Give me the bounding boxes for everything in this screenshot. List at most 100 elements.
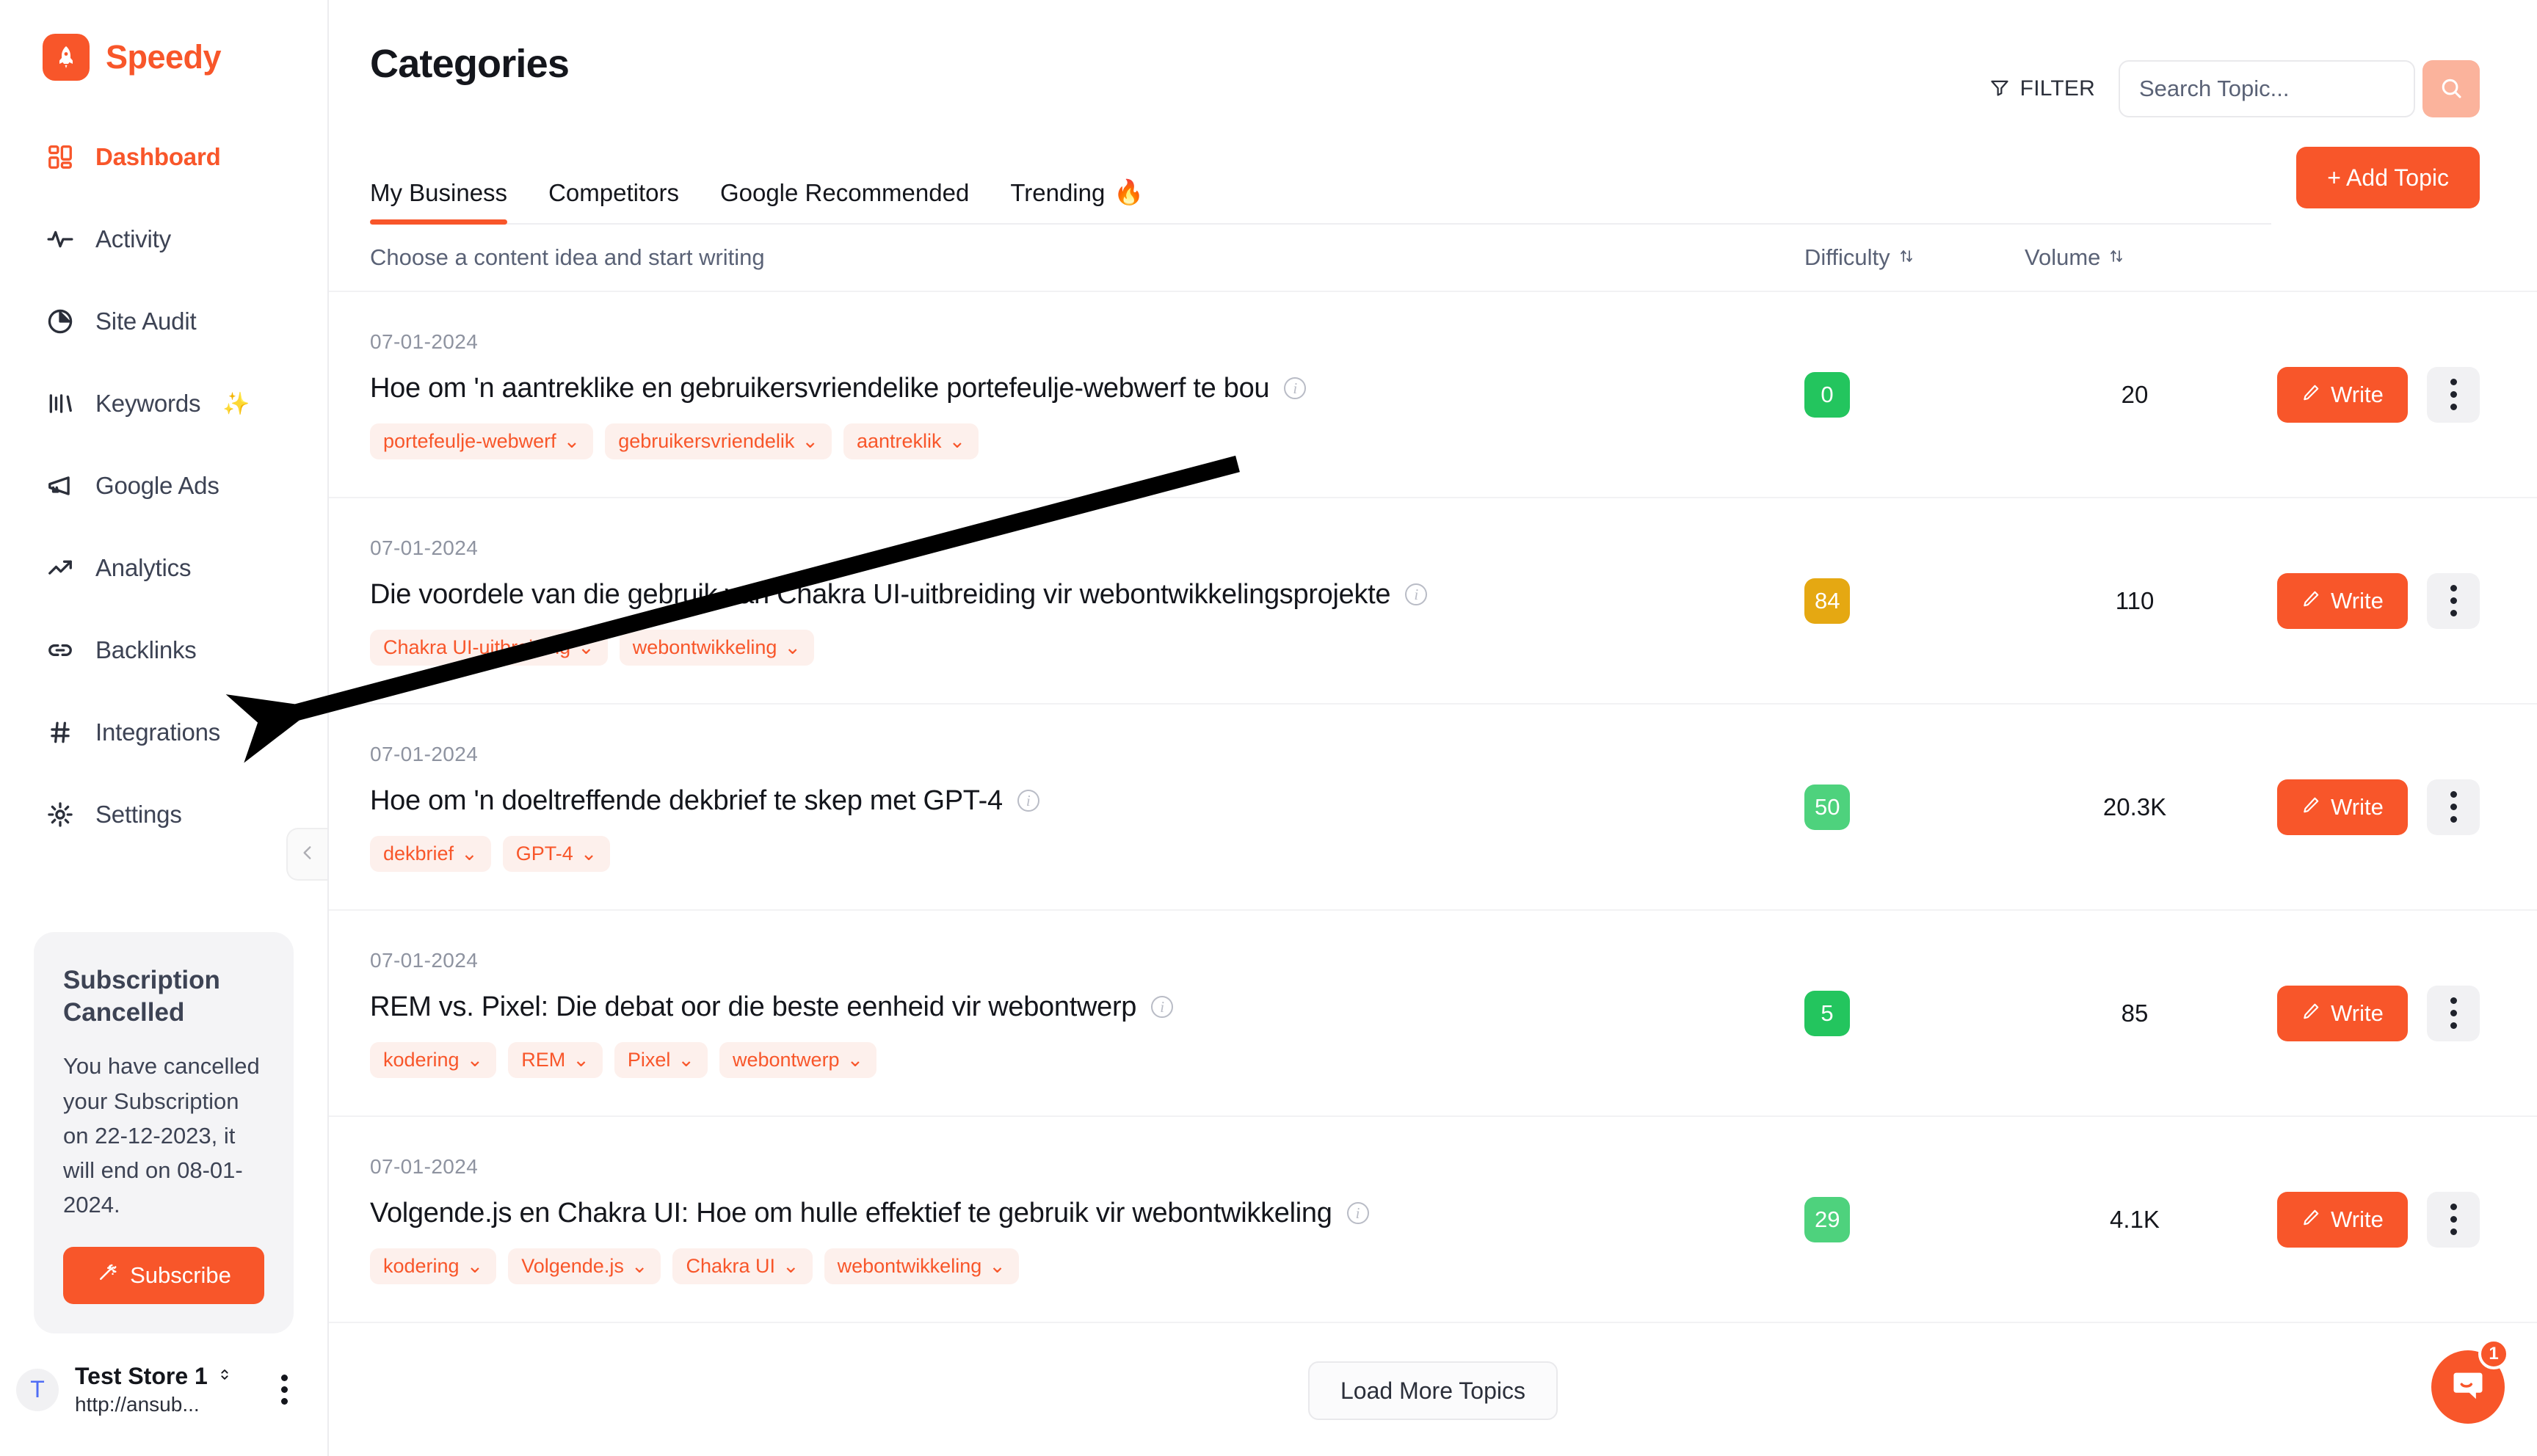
- tag-chip[interactable]: kodering ⌄: [370, 1041, 497, 1078]
- row-actions: Write: [2245, 366, 2480, 423]
- status-badge: 29: [1804, 1196, 1851, 1242]
- tab-trending[interactable]: Trending 🔥: [990, 178, 1164, 223]
- search-icon: [2439, 76, 2464, 103]
- table-row[interactable]: 07-01-2024 Die voordele van die gebruik …: [329, 498, 2537, 705]
- sidebar-item-activity[interactable]: Activity: [0, 198, 327, 280]
- table-row[interactable]: 07-01-2024 REM vs. Pixel: Die debat oor …: [329, 911, 2537, 1117]
- table-hint: Choose a content idea and start writing: [370, 244, 765, 270]
- sidebar-item-label: Backlinks: [95, 636, 197, 663]
- tag-label: webontwikkeling: [632, 636, 777, 658]
- add-topic-button[interactable]: + Add Topic: [2296, 147, 2480, 208]
- search-button[interactable]: [2422, 60, 2480, 117]
- topics-table: 07-01-2024 Hoe om 'n aantreklike en gebr…: [329, 292, 2537, 1323]
- chevron-down-icon: ⌄: [466, 1254, 484, 1277]
- row-actions: Write: [2245, 779, 2480, 835]
- sparkle-icon: ✨: [222, 391, 250, 416]
- tag-chip[interactable]: dekbrief ⌄: [370, 835, 491, 872]
- rocket-icon: [43, 34, 90, 81]
- tag-chip[interactable]: portefeulje-webwerf ⌄: [370, 423, 594, 459]
- column-header-volume[interactable]: Volume: [2025, 244, 2245, 271]
- sidebar-item-label: Google Ads: [95, 472, 219, 499]
- tag-chip[interactable]: Pixel ⌄: [614, 1041, 708, 1078]
- filter-button[interactable]: FILTER: [1989, 76, 2095, 101]
- tag-chip[interactable]: webontwikkeling ⌄: [824, 1248, 1019, 1284]
- pulse-icon: [44, 223, 76, 255]
- sidebar-item-site-audit[interactable]: Site Audit: [0, 280, 327, 363]
- tag-chip[interactable]: aantreklik ⌄: [843, 423, 979, 459]
- tag-label: Chakra UI: [686, 1254, 775, 1277]
- row-content: 07-01-2024 Volgende.js en Chakra UI: Hoe…: [370, 1155, 1804, 1284]
- write-button[interactable]: Write: [2277, 779, 2408, 835]
- sidebar-item-google-ads[interactable]: Google Ads: [0, 445, 327, 527]
- tag-chip[interactable]: Chakra UI ⌄: [672, 1248, 813, 1284]
- tag-label: gebruikersvriendelik: [618, 429, 795, 452]
- tab-google-recommended[interactable]: Google Recommended: [700, 178, 990, 223]
- sidebar-item-label: Site Audit: [95, 307, 197, 335]
- row-difficulty: 50: [1804, 784, 2025, 830]
- tag-label: portefeulje-webwerf: [383, 429, 556, 452]
- subscribe-button[interactable]: Subscribe: [63, 1247, 264, 1304]
- chevron-up-down-icon: [217, 1366, 233, 1386]
- tag-chip[interactable]: GPT-4 ⌄: [502, 835, 611, 872]
- write-button[interactable]: Write: [2277, 572, 2408, 629]
- sidebar-item-dashboard[interactable]: Dashboard: [0, 116, 327, 198]
- row-difficulty: 5: [1804, 990, 2025, 1036]
- status-badge: 84: [1804, 578, 1851, 624]
- sidebar-item-analytics[interactable]: Analytics: [0, 527, 327, 609]
- tag-chip[interactable]: Volgende.js ⌄: [508, 1248, 661, 1284]
- info-icon[interactable]: i: [1017, 790, 1039, 812]
- column-label: Difficulty: [1804, 244, 1890, 270]
- sort-arrows-icon: [2108, 244, 2125, 271]
- brand-logo[interactable]: Speedy: [0, 0, 327, 81]
- pencil-icon: [2301, 382, 2320, 408]
- row-tags: kodering ⌄ REM ⌄ Pixel ⌄ webontwerp ⌄: [370, 1041, 1804, 1078]
- sidebar-collapse-button[interactable]: [286, 828, 327, 881]
- tag-chip[interactable]: REM ⌄: [508, 1041, 603, 1078]
- chevron-down-icon: ⌄: [783, 1254, 799, 1277]
- tab-my-business[interactable]: My Business: [370, 178, 528, 225]
- tag-label: kodering: [383, 1048, 460, 1071]
- store-menu-button[interactable]: [281, 1375, 298, 1405]
- info-icon[interactable]: i: [1284, 377, 1307, 399]
- tag-chip[interactable]: webontwikkeling ⌄: [619, 629, 814, 666]
- write-button[interactable]: Write: [2277, 985, 2408, 1041]
- row-tags: portefeulje-webwerf ⌄ gebruikersvriendeli…: [370, 423, 1804, 459]
- row-menu-button[interactable]: [2427, 572, 2480, 629]
- table-row[interactable]: 07-01-2024 Volgende.js en Chakra UI: Hoe…: [329, 1117, 2537, 1323]
- column-header-difficulty[interactable]: Difficulty: [1804, 244, 2025, 271]
- tag-chip[interactable]: gebruikersvriendelik ⌄: [605, 423, 832, 459]
- sidebar-item-label: Dashboard: [95, 143, 221, 170]
- tag-label: webontwikkeling: [837, 1254, 982, 1277]
- table-row[interactable]: 07-01-2024 Hoe om 'n aantreklike en gebr…: [329, 292, 2537, 498]
- tag-chip[interactable]: webontwerp ⌄: [719, 1041, 877, 1078]
- sidebar: Speedy Dashboard Activity Site Audit Key…: [0, 0, 329, 1456]
- table-header: Choose a content idea and start writing …: [329, 225, 2537, 292]
- sidebar-item-settings[interactable]: Settings: [0, 774, 327, 856]
- sidebar-item-backlinks[interactable]: Backlinks: [0, 609, 327, 691]
- chevron-down-icon: ⌄: [989, 1254, 1006, 1277]
- write-button[interactable]: Write: [2277, 1191, 2408, 1248]
- info-icon[interactable]: i: [1151, 996, 1174, 1018]
- tag-chip[interactable]: Chakra UI-uitbreiding ⌄: [370, 629, 608, 666]
- row-content: 07-01-2024 Hoe om 'n aantreklike en gebr…: [370, 330, 1804, 459]
- avatar: T: [16, 1368, 59, 1411]
- subscribe-button-label: Subscribe: [130, 1262, 231, 1288]
- info-icon[interactable]: i: [1405, 583, 1428, 605]
- row-menu-button[interactable]: [2427, 985, 2480, 1041]
- load-more-button[interactable]: Load More Topics: [1308, 1361, 1558, 1420]
- sidebar-item-integrations[interactable]: Integrations: [0, 691, 327, 774]
- sidebar-item-keywords[interactable]: Keywords ✨: [0, 363, 327, 445]
- info-icon[interactable]: i: [1346, 1202, 1369, 1224]
- fire-icon: 🔥: [1114, 178, 1144, 205]
- tab-competitors[interactable]: Competitors: [528, 178, 700, 223]
- chevron-left-icon: [298, 843, 317, 866]
- sidebar-item-label: Keywords: [95, 390, 201, 417]
- search-input[interactable]: [2119, 60, 2415, 117]
- row-menu-button[interactable]: [2427, 1191, 2480, 1248]
- table-row[interactable]: 07-01-2024 Hoe om 'n doeltreffende dekbr…: [329, 705, 2537, 911]
- row-menu-button[interactable]: [2427, 779, 2480, 835]
- tag-chip[interactable]: kodering ⌄: [370, 1248, 497, 1284]
- row-menu-button[interactable]: [2427, 366, 2480, 423]
- write-button[interactable]: Write: [2277, 366, 2408, 423]
- store-switcher[interactable]: T Test Store 1 http://ansub...: [0, 1333, 327, 1446]
